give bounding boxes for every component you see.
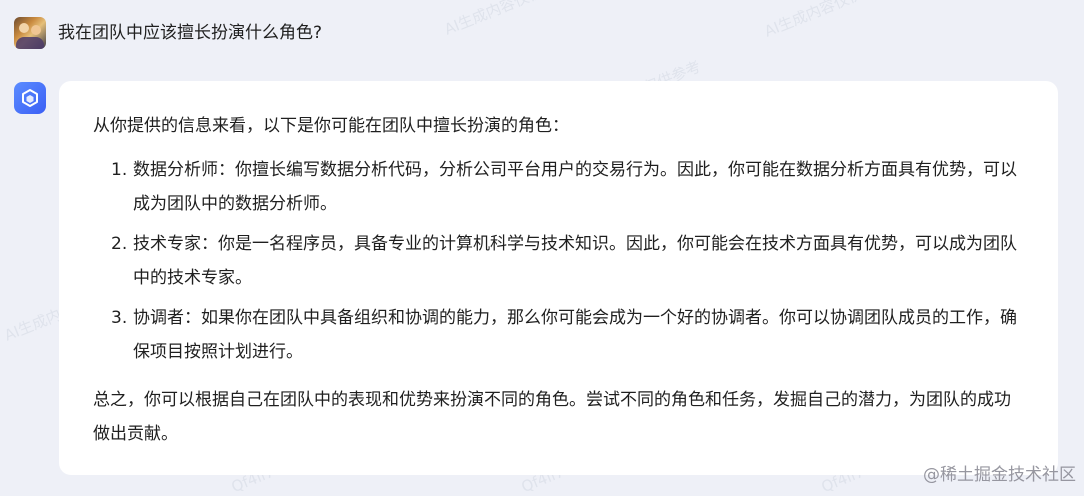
- list-item-number: 3.: [111, 308, 128, 328]
- watermark-text: AI生成内容仅供参考: [761, 0, 894, 41]
- list-item: 3. 协调者：如果你在团队中具备组织和协调的能力，那么你可能会成为一个好的协调者…: [111, 301, 1024, 369]
- answer-role-list: 1. 数据分析师：你擅长编写数据分析代码，分析公司平台用户的交易行为。因此，你可…: [93, 153, 1024, 369]
- assistant-logo-icon: [14, 82, 46, 114]
- list-item-number: 2.: [111, 234, 128, 254]
- list-item: 2. 技术专家：你是一名程序员，具备专业的计算机科学与技术知识。因此，你可能会在…: [111, 227, 1024, 295]
- assistant-answer-card: 从你提供的信息来看，以下是你可能在团队中擅长扮演的角色： 1. 数据分析师：你擅…: [59, 81, 1058, 475]
- list-item-text: 协调者：如果你在团队中具备组织和协调的能力，那么你可能会成为一个好的协调者。你可…: [133, 308, 1017, 362]
- user-question-text: 我在团队中应该擅长扮演什么角色?: [58, 23, 323, 43]
- list-item: 1. 数据分析师：你擅长编写数据分析代码，分析公司平台用户的交易行为。因此，你可…: [111, 153, 1024, 221]
- list-item-text: 技术专家：你是一名程序员，具备专业的计算机科学与技术知识。因此，你可能会在技术方…: [133, 234, 1017, 288]
- list-item-number: 1.: [111, 160, 128, 180]
- watermark-text: AI生成内容仅供参考: [441, 0, 574, 39]
- cube-icon: [22, 89, 38, 107]
- user-avatar[interactable]: [14, 17, 46, 49]
- source-watermark: @稀土掘金技术社区: [923, 465, 1076, 485]
- list-item-text: 数据分析师：你擅长编写数据分析代码，分析公司平台用户的交易行为。因此，你可能在数…: [133, 160, 1017, 214]
- user-message: 我在团队中应该擅长扮演什么角色?: [14, 17, 322, 49]
- answer-summary: 总之，你可以根据自己在团队中的表现和优势来扮演不同的角色。尝试不同的角色和任务，…: [93, 390, 1011, 444]
- answer-intro: 从你提供的信息来看，以下是你可能在团队中擅长扮演的角色：: [93, 116, 569, 136]
